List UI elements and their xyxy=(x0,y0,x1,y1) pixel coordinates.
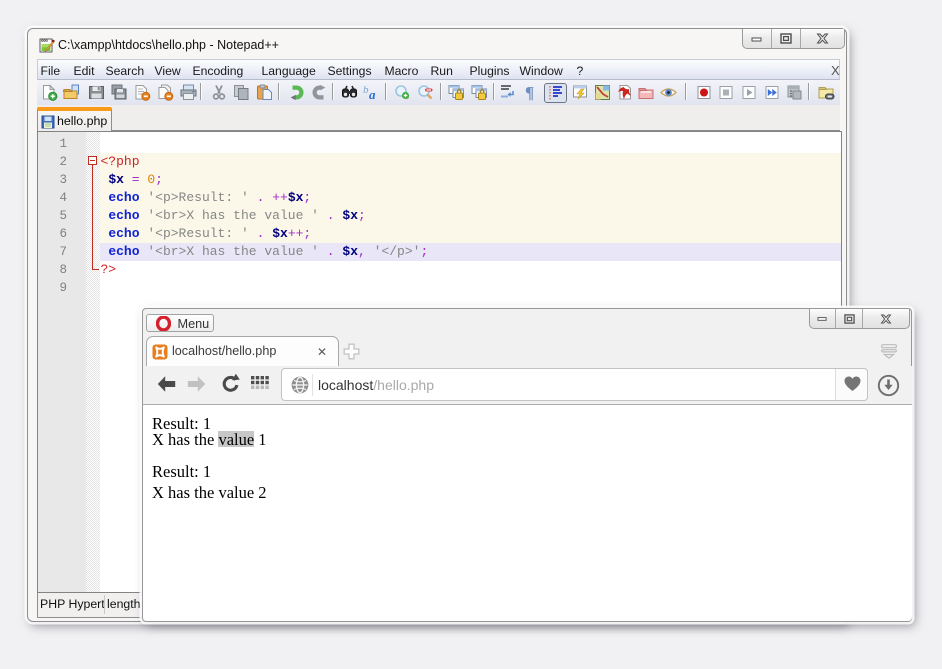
svg-text:¶: ¶ xyxy=(525,84,534,101)
svg-text:a: a xyxy=(369,87,376,101)
